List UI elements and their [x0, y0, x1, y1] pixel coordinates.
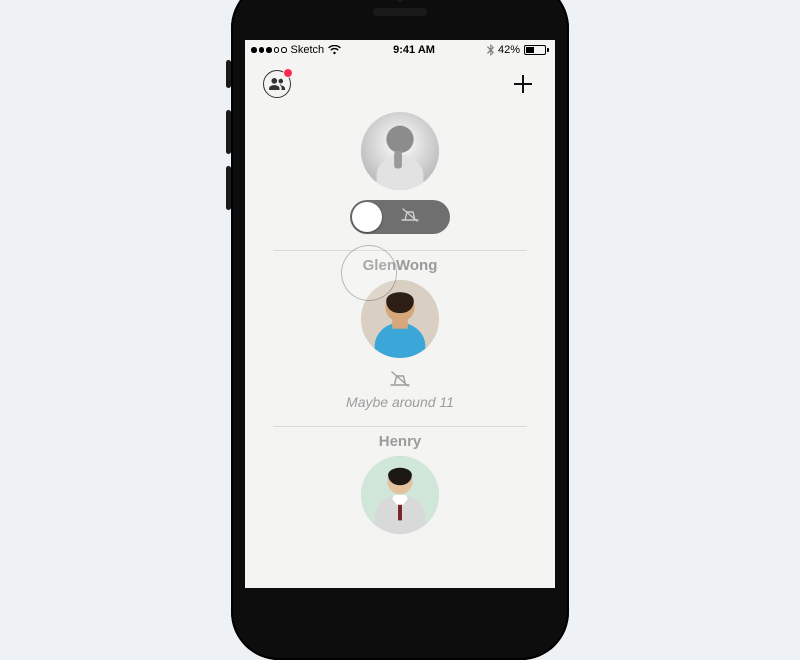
content-scroll[interactable]: GlenWong Maybe around 11 Henry	[245, 102, 555, 534]
status-bar: Sketch 9:41 AM 42%	[245, 40, 555, 60]
phone-frame: Sketch 9:41 AM 42%	[231, 0, 569, 660]
volume-up-button	[226, 110, 231, 154]
contact-status-text: Maybe around 11	[263, 394, 537, 410]
wifi-icon	[328, 45, 341, 55]
people-icon	[269, 77, 285, 91]
earpiece	[373, 8, 427, 16]
contact-card[interactable]: GlenWong Maybe around 11	[263, 251, 537, 426]
me-section	[263, 102, 537, 250]
contact-card[interactable]: Henry	[263, 427, 537, 534]
proximity-sensor	[396, 0, 404, 2]
clock-label: 9:41 AM	[341, 44, 487, 56]
plus-icon	[512, 73, 534, 95]
worktable-muted-icon	[400, 207, 420, 228]
toggle-knob	[352, 202, 382, 232]
availability-toggle[interactable]	[350, 200, 450, 234]
silence-switch	[226, 60, 231, 88]
add-button[interactable]	[509, 70, 537, 98]
screen: Sketch 9:41 AM 42%	[245, 40, 555, 588]
signal-strength-icon	[251, 47, 287, 53]
carrier-label: Sketch	[291, 44, 325, 56]
notification-badge	[283, 68, 293, 78]
contact-name: GlenWong	[263, 257, 537, 274]
contact-avatar[interactable]	[361, 456, 439, 534]
volume-down-button	[226, 166, 231, 210]
battery-percent-label: 42%	[498, 44, 520, 56]
battery-icon	[524, 45, 549, 55]
contacts-button[interactable]	[263, 70, 291, 98]
me-avatar[interactable]	[361, 112, 439, 190]
contact-avatar[interactable]	[361, 280, 439, 358]
bluetooth-icon	[487, 44, 494, 56]
worktable-muted-icon	[389, 368, 411, 390]
contact-name: Henry	[263, 433, 537, 450]
header	[245, 60, 555, 102]
